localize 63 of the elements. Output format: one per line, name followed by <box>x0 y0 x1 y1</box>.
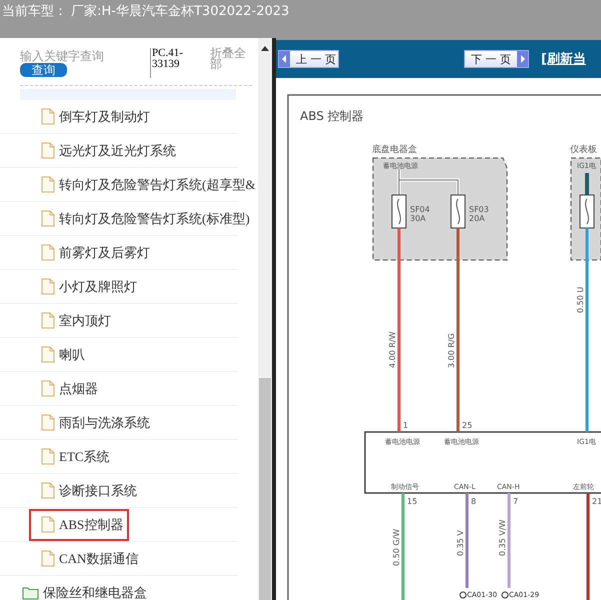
document-icon <box>41 278 55 295</box>
document-icon <box>41 482 55 499</box>
fuse-icon <box>392 194 406 228</box>
tree-item[interactable]: 诊断接口系统 <box>29 474 143 506</box>
wire-spec: 0.50 U <box>576 286 585 313</box>
tree-item[interactable]: 远光灯及近光灯系统 <box>29 134 182 166</box>
fuse-icon <box>580 194 594 228</box>
fuse-rating: 20A <box>469 214 485 223</box>
tree-item[interactable]: 前雾灯及后雾灯 <box>29 236 156 268</box>
fuse-name: SF04 <box>410 205 430 214</box>
pin-number: 1 <box>403 421 408 430</box>
next-page-button[interactable]: 下 一 页 <box>464 50 529 68</box>
document-icon <box>41 244 55 261</box>
wire-spec: 0.35 V <box>456 530 465 556</box>
tree-item[interactable]: 室内顶灯 <box>29 304 117 336</box>
search-button[interactable]: 查询 <box>20 63 67 77</box>
pin-number: 15 <box>407 497 418 506</box>
tree-item[interactable]: CAN数据通信 <box>29 542 144 574</box>
tree-item[interactable]: 小灯及牌照灯 <box>29 270 143 302</box>
wire-spec: 4.00 R/W <box>388 331 397 368</box>
refresh-link[interactable]: [刷新当 <box>541 50 586 68</box>
document-icon <box>41 312 55 329</box>
tree-item[interactable]: 雨刮与洗涤系统 <box>29 406 156 438</box>
diagram-title: ABS 控制器 <box>300 109 364 123</box>
scroll-up-icon[interactable] <box>261 46 269 51</box>
tree-item[interactable]: 转向灯及危险警告灯系统(超享型& <box>29 168 258 200</box>
pin-number: 8 <box>471 497 476 506</box>
wire <box>585 173 589 195</box>
tree-item[interactable]: 点烟器 <box>29 372 104 404</box>
box-label: 仪表板 <box>570 145 597 155</box>
tree-item[interactable]: ETC系统 <box>29 440 116 472</box>
document-icon <box>41 448 55 465</box>
document-icon <box>41 176 55 193</box>
pin-number: 25 <box>462 421 472 430</box>
wire-spec: 0.35 V/W <box>498 520 507 556</box>
tree-item[interactable]: 转向灯及危险警告灯系统(标准型) <box>29 202 256 234</box>
document-icon <box>41 346 55 363</box>
scrollbar[interactable] <box>258 38 272 600</box>
document-icon <box>41 550 55 567</box>
document-icon <box>41 108 55 125</box>
pin-number: 7 <box>513 497 518 506</box>
fuse-rating: 30A <box>410 214 426 223</box>
vehicle-title: 当前车型： 厂家:H-华晨汽车金杯T302022-2023 <box>1 3 290 20</box>
document-icon <box>41 380 55 397</box>
fuse-icon <box>450 194 466 228</box>
tree-item[interactable]: 喇叭 <box>29 338 91 370</box>
document-icon <box>41 142 55 159</box>
document-icon <box>41 516 55 533</box>
scroll-thumb[interactable] <box>259 378 271 600</box>
feed-wire <box>398 168 460 196</box>
box-label: 底盘电器盒 <box>372 145 417 155</box>
code-label: PC.41-33139 <box>150 48 197 78</box>
fuse-name: SF03 <box>469 205 489 214</box>
document-icon <box>41 414 55 431</box>
pin-number: 21 <box>592 497 601 506</box>
wire-spec: 0.50 G/W <box>392 528 401 566</box>
document-icon <box>41 210 55 227</box>
folder-icon <box>22 586 39 600</box>
previous-page-button[interactable]: 上 一 页 <box>278 50 339 68</box>
tree-item[interactable]: 保险丝和继电器盒 <box>18 576 153 600</box>
wire-spec: 3.00 R/G <box>447 333 456 368</box>
tree-item[interactable]: 倒车灯及制动灯 <box>29 100 156 132</box>
tree-item[interactable]: ABS控制器 <box>29 508 130 540</box>
